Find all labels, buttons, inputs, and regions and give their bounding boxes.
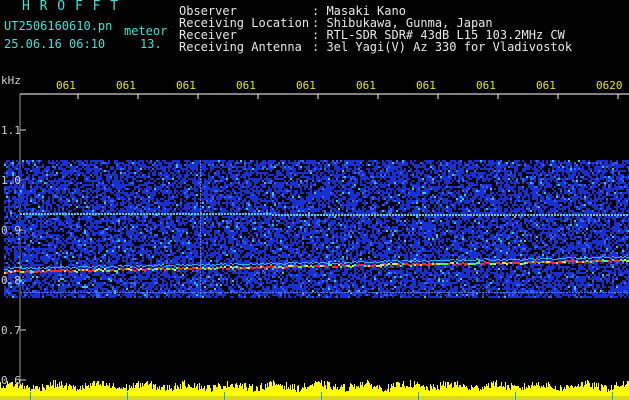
y-tick-label: 0.7: [1, 324, 21, 337]
spectrogram: [0, 93, 629, 400]
y-unit-label: kHz: [1, 74, 21, 87]
x-tick-label: 061: [296, 79, 316, 92]
x-tick-label: 061: [416, 79, 436, 92]
x-tick-label: 061: [476, 79, 496, 92]
y-tick-label: 1.1: [1, 124, 21, 137]
x-tick-label: 061: [356, 79, 376, 92]
x-tick-label: 061: [56, 79, 76, 92]
x-tick-label: 061: [176, 79, 196, 92]
x-tick-label: 061: [536, 79, 556, 92]
y-tick-label: 1.0: [1, 174, 21, 187]
y-tick-label: 0.8: [1, 274, 21, 287]
y-tick-label: 0.9: [1, 224, 21, 237]
x-tick-label: 0620: [596, 79, 623, 92]
y-tick-label: 0.6: [1, 374, 21, 387]
x-tick-label: 061: [116, 79, 136, 92]
x-tick-label: 061: [236, 79, 256, 92]
